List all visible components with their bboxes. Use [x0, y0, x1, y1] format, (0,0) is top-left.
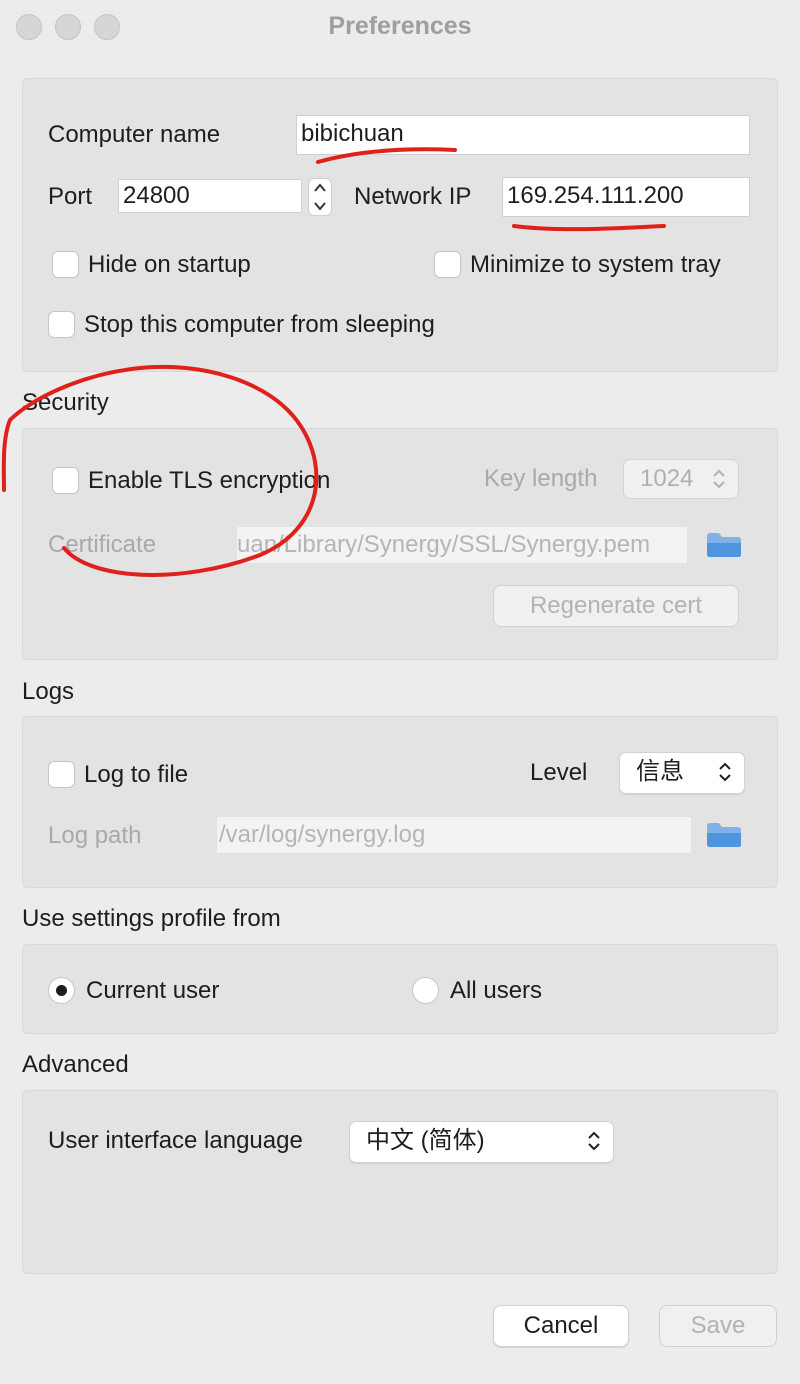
underline-mark	[512, 224, 666, 232]
circle-mark	[1, 364, 319, 577]
red-annotation-overlay	[1, 147, 666, 577]
underline-mark	[316, 147, 457, 164]
